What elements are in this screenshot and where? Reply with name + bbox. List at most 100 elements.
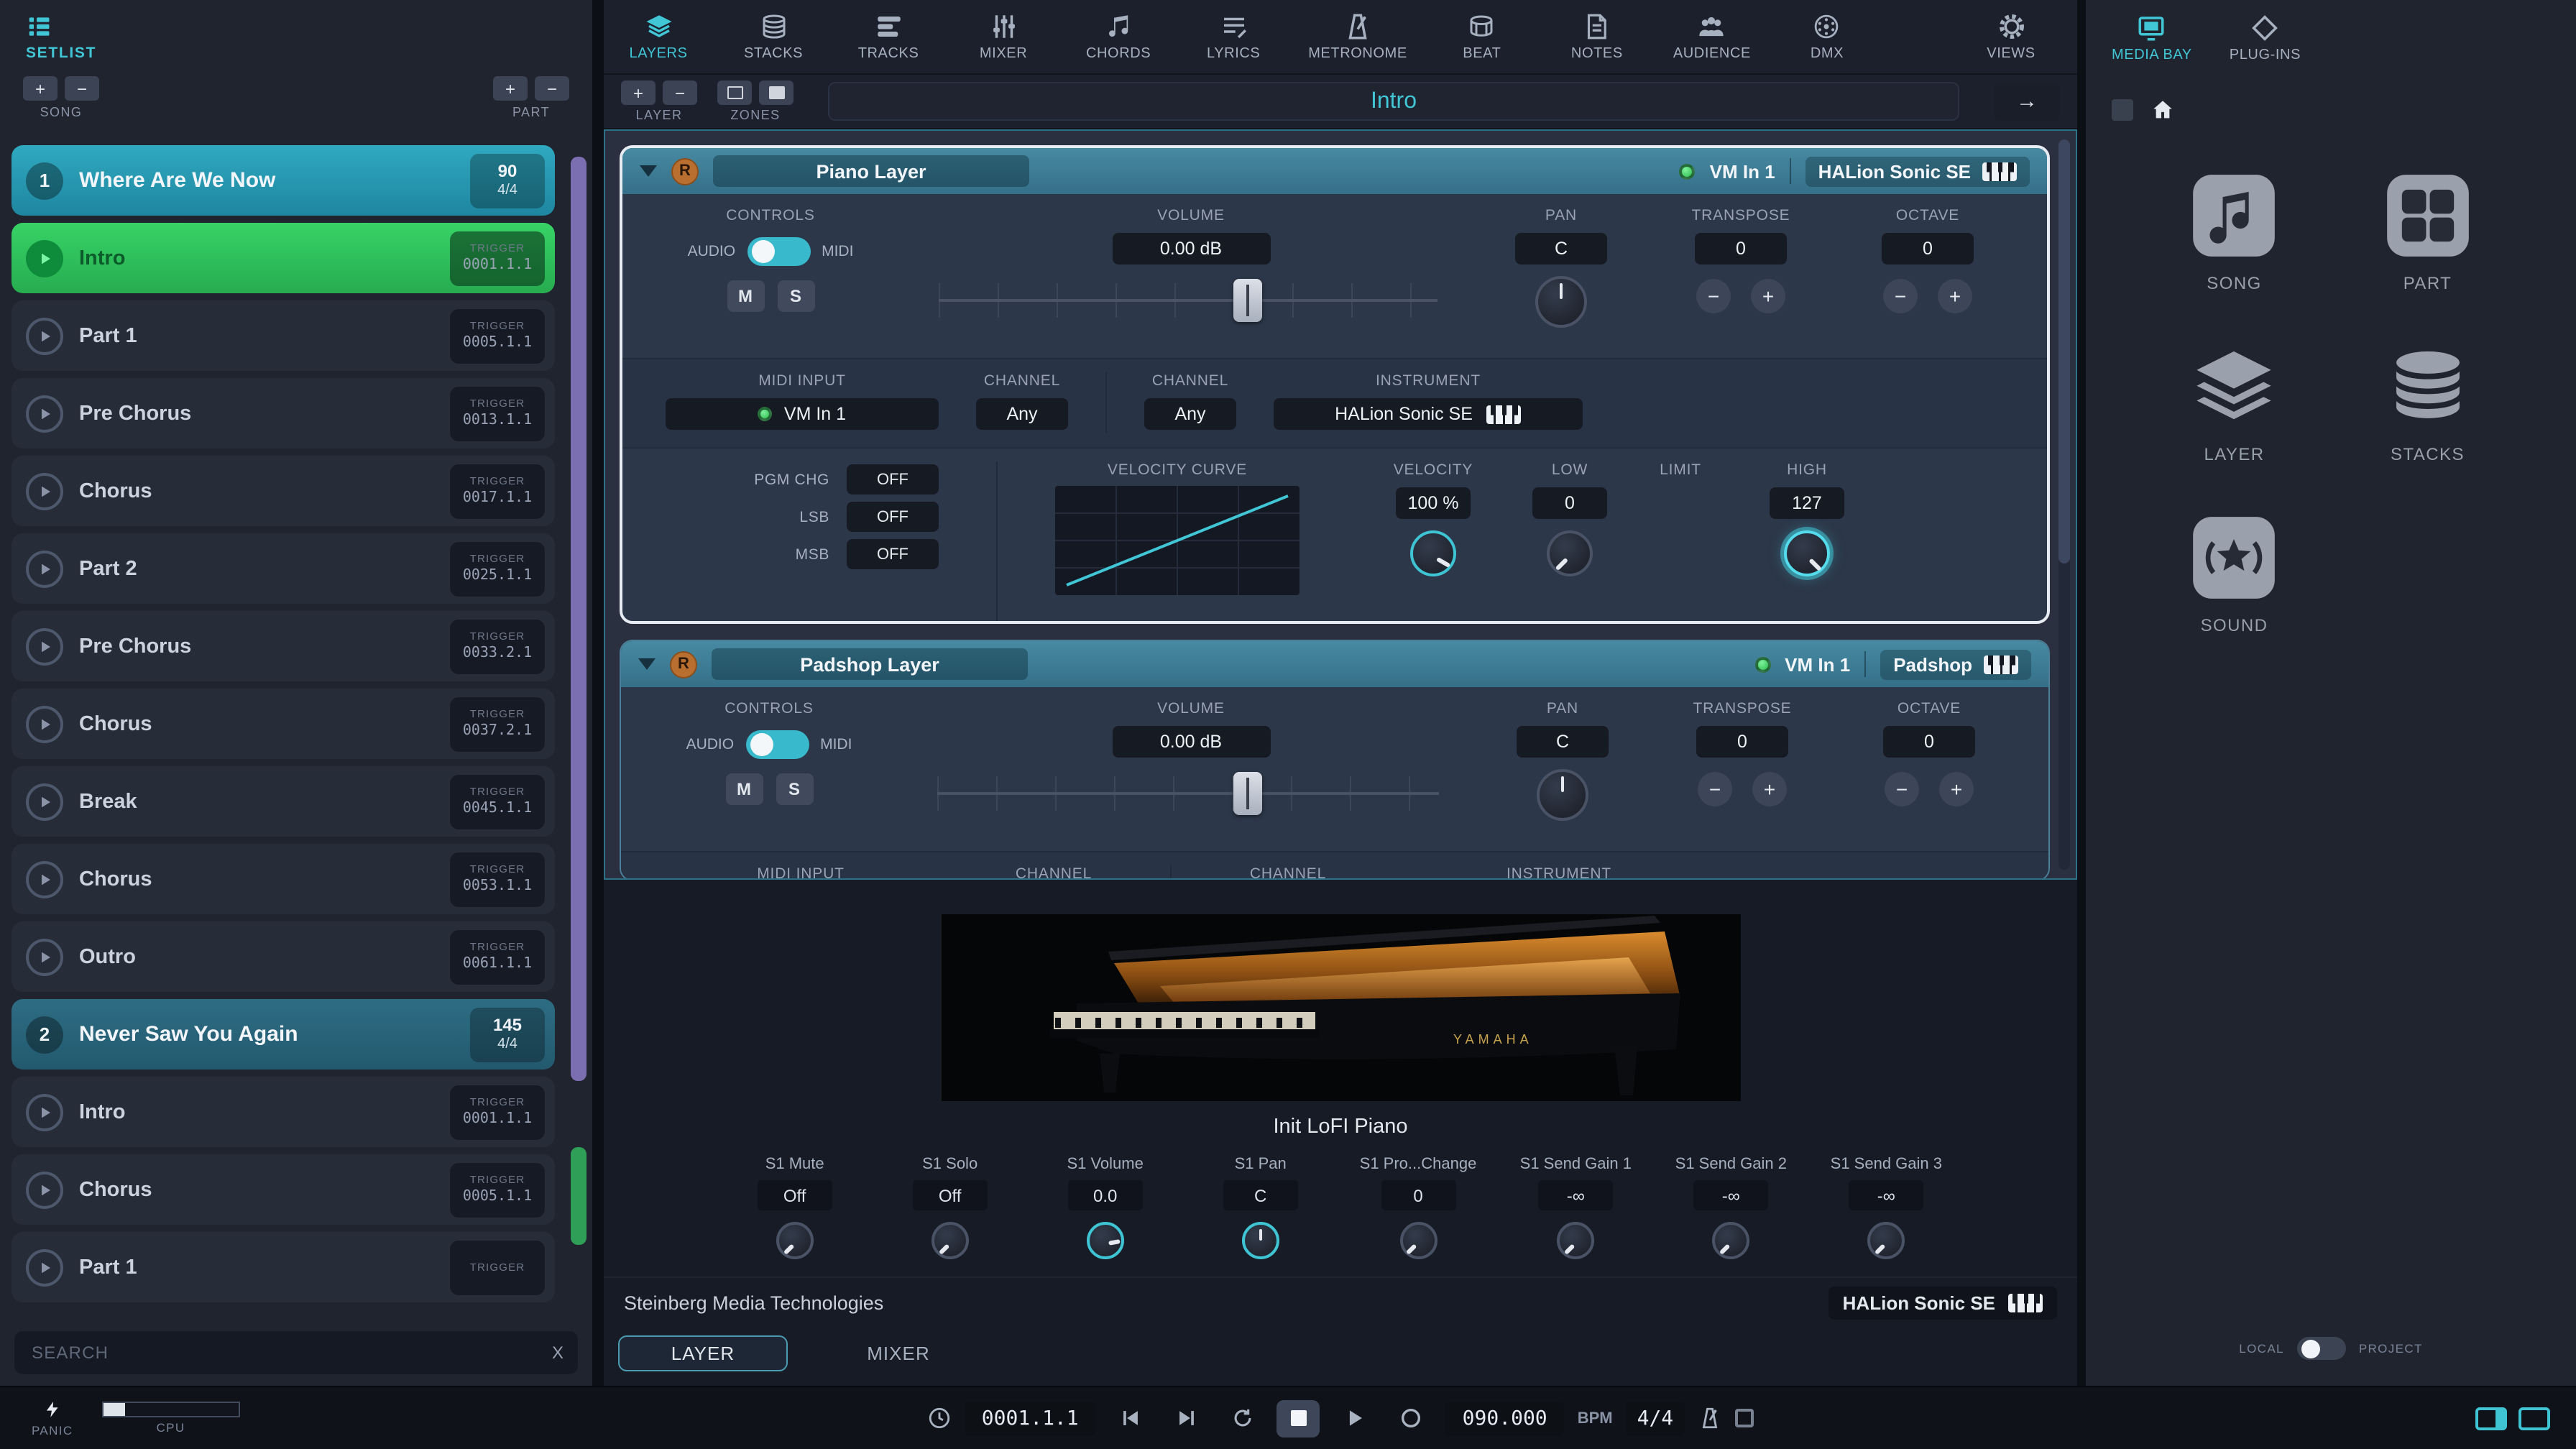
solo-button[interactable]: S: [777, 280, 814, 312]
layer-instrument-chip[interactable]: Padshop: [1880, 649, 2031, 679]
param-knob[interactable]: [1399, 1222, 1437, 1259]
transpose-minus-button[interactable]: −: [1696, 279, 1731, 313]
fader-handle[interactable]: [1234, 772, 1263, 815]
transpose-value[interactable]: 0: [1695, 233, 1787, 264]
collapse-arrow-icon[interactable]: [638, 658, 656, 670]
midi-channel-select[interactable]: Any: [976, 398, 1068, 430]
mute-button[interactable]: M: [725, 773, 763, 805]
go-to-end-button[interactable]: [1165, 1399, 1208, 1437]
volume-value[interactable]: 0.00 dB: [1112, 726, 1270, 758]
go-to-start-button[interactable]: [1109, 1399, 1152, 1437]
pan-knob[interactable]: [1535, 276, 1587, 328]
param-knob[interactable]: [1712, 1222, 1749, 1259]
param-value-field[interactable]: 0: [1381, 1180, 1455, 1210]
mediabay-tile-sound[interactable]: SOUND: [2190, 513, 2279, 635]
play-icon[interactable]: [26, 1248, 63, 1286]
instrument-channel-select[interactable]: Any: [1144, 398, 1236, 430]
play-icon[interactable]: [26, 1093, 63, 1131]
scrollbar-thumb[interactable]: [571, 157, 586, 1080]
param-knob[interactable]: [1242, 1222, 1279, 1259]
octave-plus-button[interactable]: +: [1939, 772, 1974, 806]
cycle-button[interactable]: [1221, 1399, 1264, 1437]
setlist-part[interactable]: Chorus TRIGGER0005.1.1: [12, 1154, 555, 1225]
toolbar-item-views[interactable]: VIEWS: [1971, 12, 2051, 62]
toolbar-item-dmx[interactable]: DMX: [1787, 12, 1867, 62]
mediabay-tile-song[interactable]: SONG: [2190, 171, 2279, 293]
add-song-button[interactable]: +: [23, 76, 58, 101]
play-icon[interactable]: [26, 239, 63, 277]
play-icon[interactable]: [26, 705, 63, 742]
remove-part-button[interactable]: −: [535, 76, 569, 101]
play-icon[interactable]: [26, 472, 63, 510]
lsb-toggle[interactable]: OFF: [847, 502, 939, 532]
low-knob[interactable]: [1547, 530, 1593, 576]
pan-value[interactable]: C: [1517, 726, 1609, 758]
setlist-part[interactable]: Intro TRIGGER0001.1.1: [12, 1077, 555, 1147]
pan-knob[interactable]: [1537, 769, 1588, 821]
position-display[interactable]: 0001.1.1: [965, 1401, 1096, 1435]
mediabay-tile-stacks[interactable]: STACKS: [2383, 342, 2472, 464]
setlist-song[interactable]: 1 Where Are We Now 904/4: [12, 145, 555, 216]
setlist-part[interactable]: Break TRIGGER0045.1.1: [12, 766, 555, 837]
clear-search-button[interactable]: X: [540, 1343, 564, 1363]
param-value-field[interactable]: Off: [758, 1180, 832, 1210]
mediabay-tile-layer[interactable]: LAYER: [2190, 342, 2279, 464]
velocity-value[interactable]: 100 %: [1396, 487, 1471, 519]
audio-midi-toggle[interactable]: [745, 730, 809, 759]
toolbar-item-metronome[interactable]: METRONOME: [1308, 12, 1407, 62]
tempo-display[interactable]: 090.000: [1445, 1401, 1565, 1435]
toolbar-item-chords[interactable]: CHORDS: [1078, 12, 1159, 62]
setlist-part[interactable]: Chorus TRIGGER0037.2.1: [12, 689, 555, 759]
record-arm-button[interactable]: R: [670, 650, 697, 678]
setlist-part[interactable]: Pre Chorus TRIGGER0013.1.1: [12, 378, 555, 448]
toolbar-item-audience[interactable]: AUDIENCE: [1672, 12, 1752, 62]
velocity-curve-graph[interactable]: [1055, 486, 1300, 595]
play-icon[interactable]: [26, 395, 63, 432]
toolbar-item-beat[interactable]: BEAT: [1442, 12, 1522, 62]
layer-midi-input[interactable]: VM In 1: [1785, 653, 1850, 675]
zones-edit-button[interactable]: [717, 80, 752, 105]
param-value-field[interactable]: -∞: [1693, 1180, 1768, 1210]
layer-header[interactable]: R Piano Layer VM In 1 HALion Sonic SE: [622, 148, 2047, 194]
record-button[interactable]: [1389, 1399, 1432, 1437]
octave-plus-button[interactable]: +: [1938, 279, 1972, 313]
param-knob[interactable]: [1087, 1222, 1124, 1259]
layer-header[interactable]: R Padshop Layer VM In 1 Padshop: [621, 641, 2048, 687]
low-value[interactable]: 0: [1532, 487, 1607, 519]
param-knob[interactable]: [776, 1222, 814, 1259]
pgm-chg-toggle[interactable]: OFF: [847, 464, 939, 494]
high-knob[interactable]: [1784, 530, 1830, 576]
layer-midi-input[interactable]: VM In 1: [1710, 160, 1775, 182]
transpose-value[interactable]: 0: [1696, 726, 1788, 758]
panic-button[interactable]: PANIC: [32, 1399, 73, 1438]
local-project-toggle[interactable]: [2297, 1337, 2346, 1360]
layer-name-field[interactable]: Padshop Layer: [712, 648, 1028, 680]
toolbar-item-mixer[interactable]: MIXER: [963, 12, 1044, 62]
play-icon[interactable]: [26, 783, 63, 820]
param-knob[interactable]: [932, 1222, 969, 1259]
layer-name-field[interactable]: Piano Layer: [713, 155, 1029, 187]
record-arm-button[interactable]: R: [671, 157, 699, 185]
param-value-field[interactable]: 0.0: [1068, 1180, 1143, 1210]
time-sig-display[interactable]: 4/4: [1626, 1401, 1685, 1435]
transpose-plus-button[interactable]: +: [1752, 772, 1787, 806]
fader-handle[interactable]: [1233, 279, 1262, 322]
play-icon[interactable]: [26, 1171, 63, 1208]
setlist-song[interactable]: 2 Never Saw You Again 1454/4: [12, 999, 555, 1070]
click-checkbox[interactable]: [1735, 1409, 1754, 1427]
toolbar-item-tracks[interactable]: TRACKS: [848, 12, 929, 62]
setlist-part[interactable]: Pre Chorus TRIGGER0033.2.1: [12, 611, 555, 681]
add-layer-button[interactable]: +: [621, 80, 656, 105]
solo-button[interactable]: S: [776, 773, 813, 805]
transpose-plus-button[interactable]: +: [1751, 279, 1785, 313]
home-icon[interactable]: [2150, 98, 2175, 122]
midi-input-select[interactable]: VM In 1: [666, 398, 939, 430]
collapse-arrow-icon[interactable]: [640, 165, 657, 177]
audio-midi-toggle[interactable]: [747, 237, 810, 266]
play-icon[interactable]: [26, 317, 63, 354]
next-part-button[interactable]: →: [1994, 83, 2060, 120]
setlist-part[interactable]: Chorus TRIGGER0017.1.1: [12, 456, 555, 526]
setlist-part[interactable]: Outro TRIGGER0061.1.1: [12, 921, 555, 992]
pan-value[interactable]: C: [1515, 233, 1607, 264]
play-icon[interactable]: [26, 860, 63, 898]
